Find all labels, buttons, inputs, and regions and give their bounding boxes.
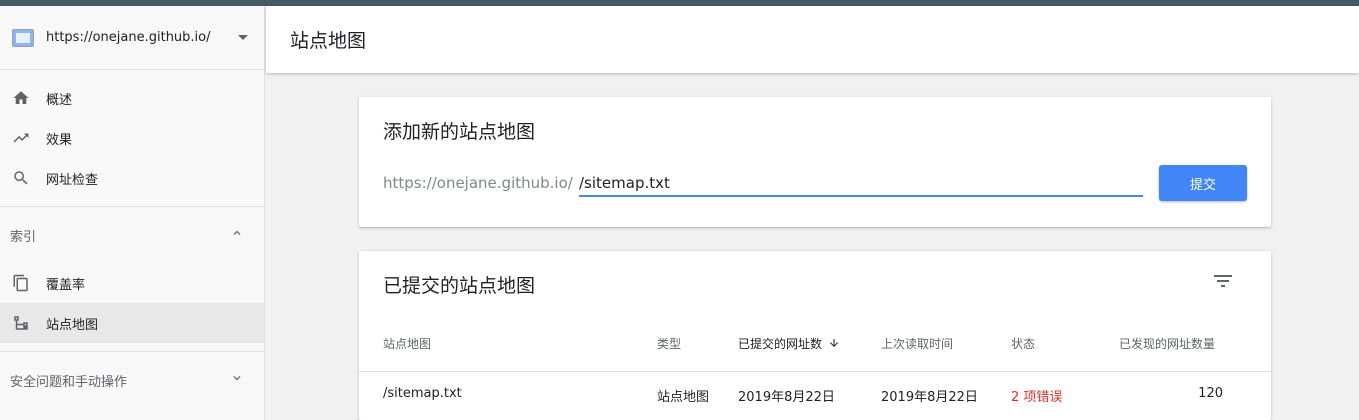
cell-discovered: 120	[1198, 386, 1223, 401]
url-prefix: https://onejane.github.io/	[383, 174, 573, 192]
card-title: 添加新的站点地图	[383, 121, 536, 143]
dropdown-caret-icon[interactable]	[238, 35, 248, 40]
submitted-sitemaps-card: 已提交的站点地图 站点地图 类型 已提交的网址数 上次读取时间 状态 已发现的网…	[359, 251, 1271, 420]
column-header-discovered[interactable]: 已发现的网址数量	[1119, 335, 1215, 352]
column-header-status[interactable]: 状态	[1011, 335, 1035, 352]
sidebar-item-label: 网址检查	[46, 172, 99, 188]
filter-icon[interactable]	[1211, 269, 1235, 293]
search-icon	[12, 169, 30, 187]
table-divider	[359, 371, 1271, 372]
nav-index: 索引 覆盖率 站点地图	[0, 207, 264, 352]
cell-status: 2 项错误	[1011, 390, 1063, 405]
section-header-index[interactable]: 索引	[0, 207, 264, 263]
chevron-down-icon	[230, 371, 244, 389]
trending-up-icon	[12, 129, 30, 147]
nav-main: 概述 效果 网址检查	[0, 70, 264, 207]
column-header-type[interactable]: 类型	[657, 335, 681, 352]
cell-last-read: 2019年8月22日	[881, 390, 978, 405]
property-url: https://onejane.github.io/	[46, 30, 211, 45]
column-header-last-read[interactable]: 上次读取时间	[881, 335, 953, 352]
sidebar-item-label: 站点地图	[46, 317, 99, 333]
submit-button[interactable]: 提交	[1159, 165, 1247, 201]
cell-submitted: 2019年8月22日	[738, 390, 835, 405]
add-sitemap-card: 添加新的站点地图 https://onejane.github.io/ 提交	[359, 97, 1271, 227]
sidebar-item-performance[interactable]: 效果	[0, 118, 264, 158]
sidebar-item-label: 概述	[46, 92, 73, 108]
sidebar-item-overview[interactable]: 概述	[0, 78, 264, 118]
sidebar-item-label: 效果	[46, 132, 73, 148]
copy-icon	[12, 274, 30, 292]
section-header-security[interactable]: 安全问题和手动操作	[0, 352, 264, 408]
card-title: 已提交的站点地图	[383, 275, 536, 297]
page-title: 站点地图	[290, 30, 367, 52]
cell-sitemap: /sitemap.txt	[383, 386, 462, 401]
section-title: 安全问题和手动操作	[10, 374, 128, 390]
property-icon	[12, 28, 34, 47]
sidebar-item-url-inspection[interactable]: 网址检查	[0, 158, 264, 198]
sidebar-item-sitemaps[interactable]: 站点地图	[0, 303, 264, 343]
section-title: 索引	[10, 229, 37, 245]
sitemap-url-input[interactable]	[579, 167, 1143, 197]
sitemap-icon	[12, 314, 30, 332]
page-header: 站点地图	[266, 6, 1359, 73]
sidebar-item-label: 覆盖率	[46, 277, 86, 293]
sidebar-item-coverage[interactable]: 覆盖率	[0, 263, 264, 303]
sidebar: https://onejane.github.io/ 概述 效果 网址检查 索引	[0, 6, 265, 420]
column-header-label: 已提交的网址数	[738, 337, 823, 351]
column-header-submitted[interactable]: 已提交的网址数	[738, 335, 840, 352]
arrow-down-icon	[830, 339, 839, 347]
home-icon	[12, 89, 30, 107]
column-header-sitemap[interactable]: 站点地图	[383, 335, 431, 352]
cell-type: 站点地图	[657, 390, 710, 405]
chevron-up-icon	[230, 226, 244, 244]
property-selector[interactable]: https://onejane.github.io/	[0, 6, 264, 70]
